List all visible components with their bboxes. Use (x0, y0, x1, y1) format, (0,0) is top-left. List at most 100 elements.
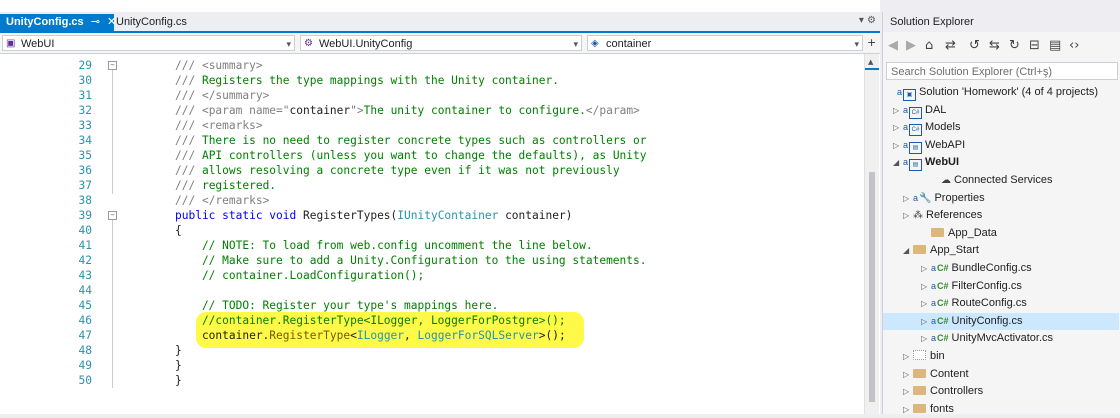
class-dropdown[interactable]: ⚙ WebUI.UnityConfig ▾ (300, 35, 582, 51)
tree-item[interactable]: ◢ a ▤ WebUI (893, 154, 1119, 172)
sync-icon[interactable]: ⇆ (989, 38, 1000, 53)
code-line[interactable]: 49} (0, 358, 864, 373)
tree-item[interactable]: ▷ aC# UnityMvcActivator.cs (921, 330, 1119, 347)
tab-unityconfig-preview[interactable]: UnityConfig.cs (110, 14, 193, 31)
code-line[interactable]: 34 /// There is no need to register concr… (0, 133, 864, 148)
show-all-files-icon[interactable]: ▤ (1049, 38, 1061, 53)
collapsed-arrow-icon[interactable]: ▷ (903, 348, 913, 365)
code-line[interactable]: 48} (0, 343, 864, 358)
collapsed-arrow-icon[interactable]: ▷ (893, 119, 903, 136)
code-line[interactable]: 33 /// <remarks> (0, 118, 864, 133)
code-line[interactable]: 42 // Make sure to add a Unity.Configura… (0, 253, 864, 268)
code-line[interactable]: 41 // NOTE: To load from web.config unco… (0, 238, 864, 253)
collapsed-arrow-icon[interactable]: ▷ (903, 207, 913, 224)
collapsed-arrow-icon[interactable]: ▷ (903, 366, 913, 383)
tree-item[interactable]: ☁ Connected Services (931, 172, 1119, 189)
tree-item[interactable]: ◢ App_Start (903, 242, 1119, 259)
code-line[interactable]: 36 /// allows resolving a concrete type e… (0, 163, 864, 178)
code-token: container) (498, 209, 573, 222)
code-line[interactable]: 47 container.RegisterType<ILogger, Logge… (0, 328, 864, 343)
csharp-file-icon: C# (937, 263, 949, 273)
navigation-bar: ▣ WebUI ▾ ⚙ WebUI.UnityConfig ▾ ◈ contai… (0, 33, 880, 54)
tree-item[interactable]: ▷ Content (903, 366, 1119, 383)
code-line[interactable]: 45 // TODO: Register your type's mapping… (0, 298, 864, 313)
gear-icon[interactable]: ⚙ (867, 15, 876, 26)
code-line[interactable]: 43 // container.LoadConfiguration(); (0, 268, 864, 283)
collapse-all-icon[interactable]: ⊟ (1029, 38, 1040, 53)
tree-item[interactable]: ▷ bin (903, 348, 1119, 365)
tab-overflow-dropdown[interactable]: ▾ ⚙ (859, 15, 876, 26)
tree-item[interactable]: ▷ aC# RouteConfig.cs (921, 295, 1119, 312)
tree-item[interactable]: ▷ a🔧 Properties (903, 190, 1119, 207)
tab-unityconfig-active[interactable]: UnityConfig.cs ⊸ ✕ (0, 14, 116, 31)
vertical-scrollbar[interactable]: ▲ (864, 54, 879, 414)
history-icon[interactable]: ↺ (969, 38, 980, 53)
collapsed-arrow-icon[interactable]: ▷ (921, 313, 931, 330)
tree-item[interactable]: a ▣ Solution 'Homework' (4 of 4 projects) (887, 84, 1119, 101)
home-icon[interactable]: ⌂ (925, 38, 933, 53)
line-number: 48 (78, 344, 92, 357)
collapsed-arrow-icon[interactable]: ▷ (903, 383, 913, 400)
search-input[interactable]: Search Solution Explorer (Ctrl+ş) (886, 62, 1118, 80)
code-line[interactable]: 40 { (0, 223, 864, 238)
collapsed-arrow-icon[interactable]: ▷ (903, 401, 913, 418)
chevron-down-icon: ▾ (573, 39, 578, 49)
collapsed-arrow-icon[interactable]: ▷ (921, 278, 931, 295)
collapsed-arrow-icon[interactable]: ▷ (921, 295, 931, 312)
tree-item-label: Models (925, 121, 961, 134)
code-view-icon[interactable]: ‹› (1069, 38, 1079, 53)
scroll-up-arrow[interactable]: ▲ (868, 58, 873, 66)
tree-item[interactable]: ▷ a C# DAL (893, 102, 1119, 119)
tree-item-label: UnityConfig.cs (951, 314, 1023, 327)
collapsed-arrow-icon[interactable]: ▷ (893, 102, 903, 119)
tree-item[interactable]: ▷ a C# Models (893, 119, 1119, 137)
refresh-icon[interactable]: ↻ (1009, 38, 1020, 53)
collapsed-arrow-icon[interactable]: ▷ (893, 137, 903, 154)
scrollbar-thumb[interactable] (869, 172, 875, 402)
project-dropdown[interactable]: ▣ WebUI ▾ (2, 35, 295, 51)
code-line[interactable]: 46 //container.RegisterType<ILogger, Log… (0, 313, 864, 328)
member-dropdown[interactable]: ◈ container ▾ (587, 35, 863, 51)
code-line[interactable]: 37 /// registered. (0, 178, 864, 193)
code-line[interactable]: 50} (0, 373, 864, 388)
line-number: 38 (78, 194, 92, 207)
code-line[interactable]: 29 − /// <summary> (0, 58, 864, 73)
tree-item[interactable]: App_Data (921, 225, 1119, 242)
switch-views-icon[interactable]: ⇄ (945, 38, 956, 53)
tree-item[interactable]: ▷ a ▤ WebAPI (893, 137, 1119, 154)
collapse-icon[interactable]: − (108, 61, 117, 70)
collapse-icon[interactable]: − (108, 211, 117, 220)
collapsed-arrow-icon[interactable]: ▷ (903, 190, 913, 207)
tree-item[interactable]: ▷ aC# BundleConfig.cs (921, 260, 1119, 277)
back-icon[interactable]: ◀ (888, 38, 898, 53)
code-line[interactable]: 31 /// </summary> (0, 88, 864, 103)
code-text: } (175, 373, 182, 388)
expanded-arrow-icon[interactable]: ◢ (893, 154, 903, 171)
tree-item[interactable]: ▷ Controllers (903, 383, 1119, 400)
code-editor[interactable]: 29 − /// <summary> 30 /// Registers the type… (0, 54, 864, 414)
code-token: >(); (538, 329, 566, 342)
tree-item-label: WebUI (925, 156, 960, 169)
code-line[interactable]: 35 /// API controllers (unless you want t… (0, 148, 864, 163)
code-line[interactable]: 39 − public static void RegisterTypes(IUni… (0, 208, 864, 223)
collapsed-arrow-icon[interactable]: ▷ (921, 330, 931, 347)
line-number: 32 (78, 104, 92, 117)
split-editor-icon[interactable]: + (867, 36, 876, 49)
code-line[interactable]: 38 /// </remarks> (0, 193, 864, 208)
source-control-lock-icon: a (903, 157, 909, 168)
code-line[interactable]: 32 /// <param name="container">The unity … (0, 103, 864, 118)
pin-icon[interactable]: ⊸ (91, 16, 100, 28)
code-line[interactable]: 30 /// Registers the type mappings with t… (0, 73, 864, 88)
tree-item[interactable]: ▷ fonts (903, 401, 1119, 418)
tree-item[interactable]: ▷ aC# FilterConfig.cs (921, 278, 1119, 295)
collapsed-arrow-icon[interactable]: ▷ (921, 260, 931, 277)
code-text: /// <summary> (175, 58, 263, 73)
tree-item[interactable]: ▷ aC# UnityConfig.cs (883, 312, 1119, 330)
folder-icon (913, 368, 926, 378)
forward-icon[interactable]: ▶ (906, 38, 916, 53)
code-text: /// <remarks> (175, 118, 263, 133)
expanded-arrow-icon[interactable]: ◢ (903, 242, 913, 259)
code-token: } (175, 359, 182, 372)
code-line[interactable]: 44 (0, 283, 864, 298)
tree-item[interactable]: ▷ ⁂ References (903, 207, 1119, 224)
